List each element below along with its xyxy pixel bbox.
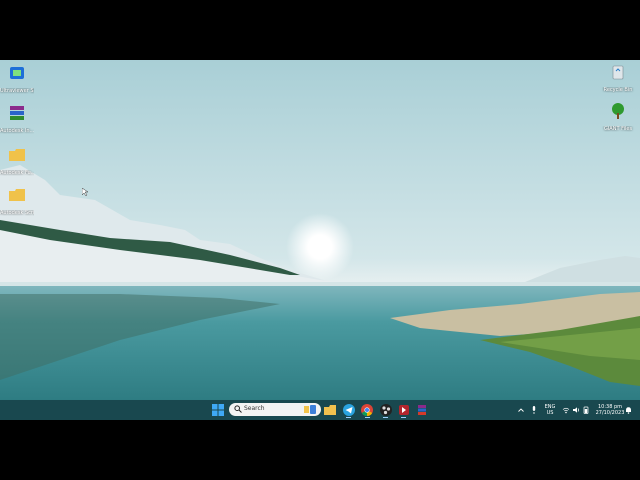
search-highlight-icon (304, 405, 316, 414)
desktop-icon-label: Autodesk In... (0, 128, 34, 134)
desktop-icon-label: Autodesk Scriptin... (0, 210, 34, 216)
desktop-icon-label: GIANT Files (603, 126, 633, 132)
running-indicator (346, 417, 351, 418)
running-indicator (383, 417, 388, 418)
desktop-icon-autodesk-scripting[interactable]: Autodesk Scriptin... (0, 186, 34, 216)
start-icon[interactable] (211, 403, 225, 417)
running-indicator (401, 417, 406, 418)
recycle-bin-icon (612, 65, 624, 80)
tree-icon (612, 103, 624, 119)
notification-bell-icon[interactable] (625, 406, 632, 414)
clock-date: 27/10/2023 (595, 410, 625, 416)
wallpaper (0, 60, 640, 420)
desktop-icon-giant-files[interactable]: GIANT Files (601, 102, 635, 132)
desktop-icon-label: Ultraviewer Sh... (0, 88, 34, 94)
chrome-icon[interactable] (360, 403, 374, 417)
folder-icon (9, 149, 25, 161)
file-explorer-icon[interactable] (323, 403, 337, 417)
search-placeholder: Search (244, 405, 265, 412)
desktop-icon-label: Recycle Bin (603, 87, 633, 93)
desktop-icon-label: Autodesk Fu... (0, 170, 34, 176)
obs-icon[interactable] (379, 403, 393, 417)
search-field[interactable]: Search (229, 403, 321, 416)
winrar-archive-icon (10, 106, 24, 120)
mouse-cursor-icon (82, 188, 88, 196)
chevron-up-icon[interactable] (517, 406, 525, 414)
desktop-icon-autodesk-folder[interactable]: Autodesk Fu... (0, 146, 34, 176)
battery-icon[interactable] (582, 406, 590, 414)
desktop-icon-autodesk-installer[interactable]: Autodesk In... (0, 104, 34, 134)
desktop-screen: Ultraviewer Sh... Autodesk In... Autodes… (0, 60, 640, 420)
winrar-icon[interactable] (415, 403, 429, 417)
running-indicator (365, 417, 370, 418)
clock[interactable]: 10:38 pm 27/10/2023 (594, 404, 626, 416)
desktop-icon-ultraviewer[interactable]: Ultraviewer Sh... (0, 64, 34, 94)
microphone-icon[interactable] (530, 405, 538, 415)
search-icon (234, 405, 242, 413)
ultraviewer-icon (10, 67, 24, 79)
desktop-icon-recycle-bin[interactable]: Recycle Bin (601, 63, 635, 93)
region-code: US (546, 410, 554, 416)
wifi-icon[interactable] (562, 406, 570, 414)
folder-icon (9, 189, 25, 201)
telegram-icon[interactable] (342, 403, 356, 417)
language-indicator[interactable]: ENG US (543, 404, 557, 416)
red-app-icon[interactable] (397, 403, 411, 417)
volume-icon[interactable] (572, 406, 580, 414)
